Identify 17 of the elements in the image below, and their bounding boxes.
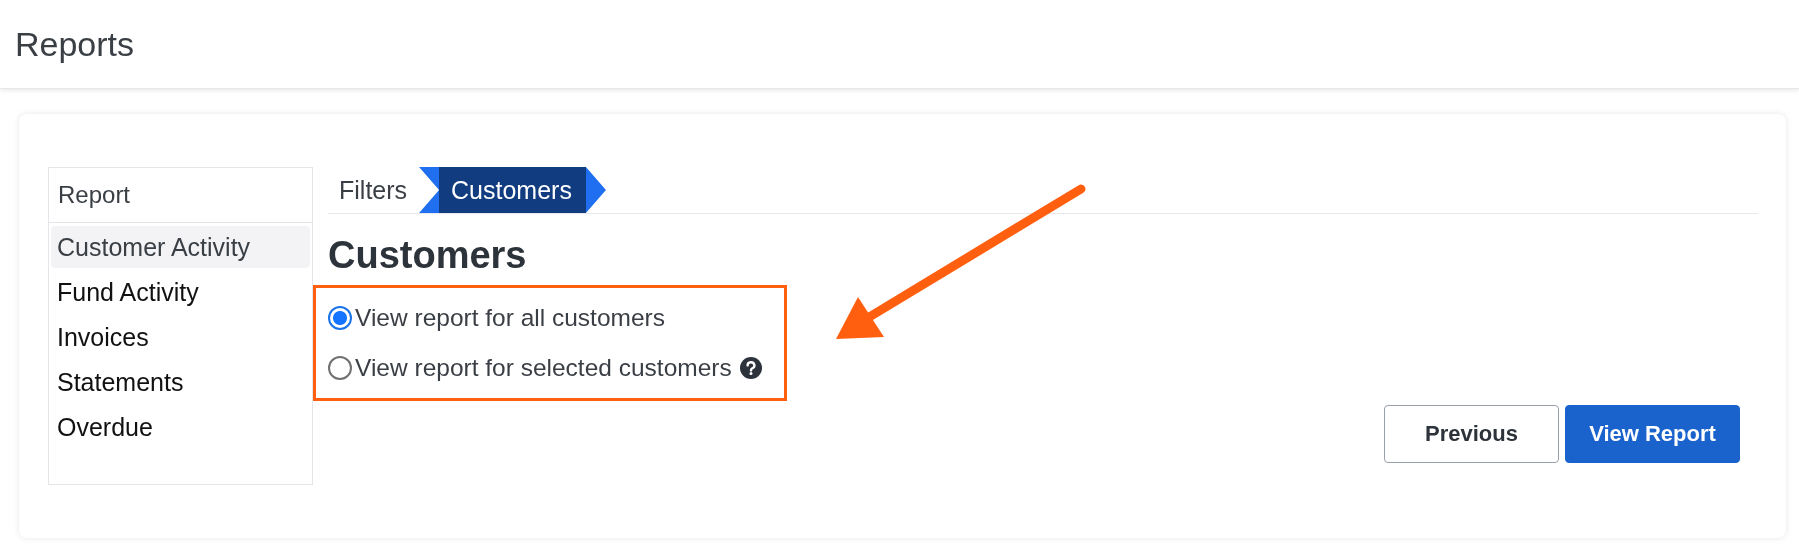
page-title: Reports	[15, 24, 135, 64]
view-report-button[interactable]: View Report	[1565, 405, 1740, 463]
section-heading: Customers	[328, 234, 528, 277]
previous-button[interactable]: Previous	[1384, 405, 1559, 463]
option-label[interactable]: View report for selected customers	[355, 354, 732, 382]
option-label[interactable]: View report for all customers	[355, 304, 665, 332]
step-tab[interactable]: Customers	[419, 167, 606, 213]
help-icon[interactable]	[739, 357, 762, 379]
radio-button[interactable]	[328, 356, 352, 380]
list-heading: Report	[49, 168, 312, 223]
report-item[interactable]: Invoices	[51, 316, 310, 358]
report-item[interactable]: Customer Activity	[51, 226, 310, 268]
report-item[interactable]: Overdue	[51, 406, 310, 448]
report-item[interactable]: Statements	[51, 361, 310, 403]
radio-button[interactable]	[328, 306, 352, 330]
report-item[interactable]: Fund Activity	[51, 271, 310, 313]
step-tab[interactable]: Filters	[328, 167, 420, 213]
